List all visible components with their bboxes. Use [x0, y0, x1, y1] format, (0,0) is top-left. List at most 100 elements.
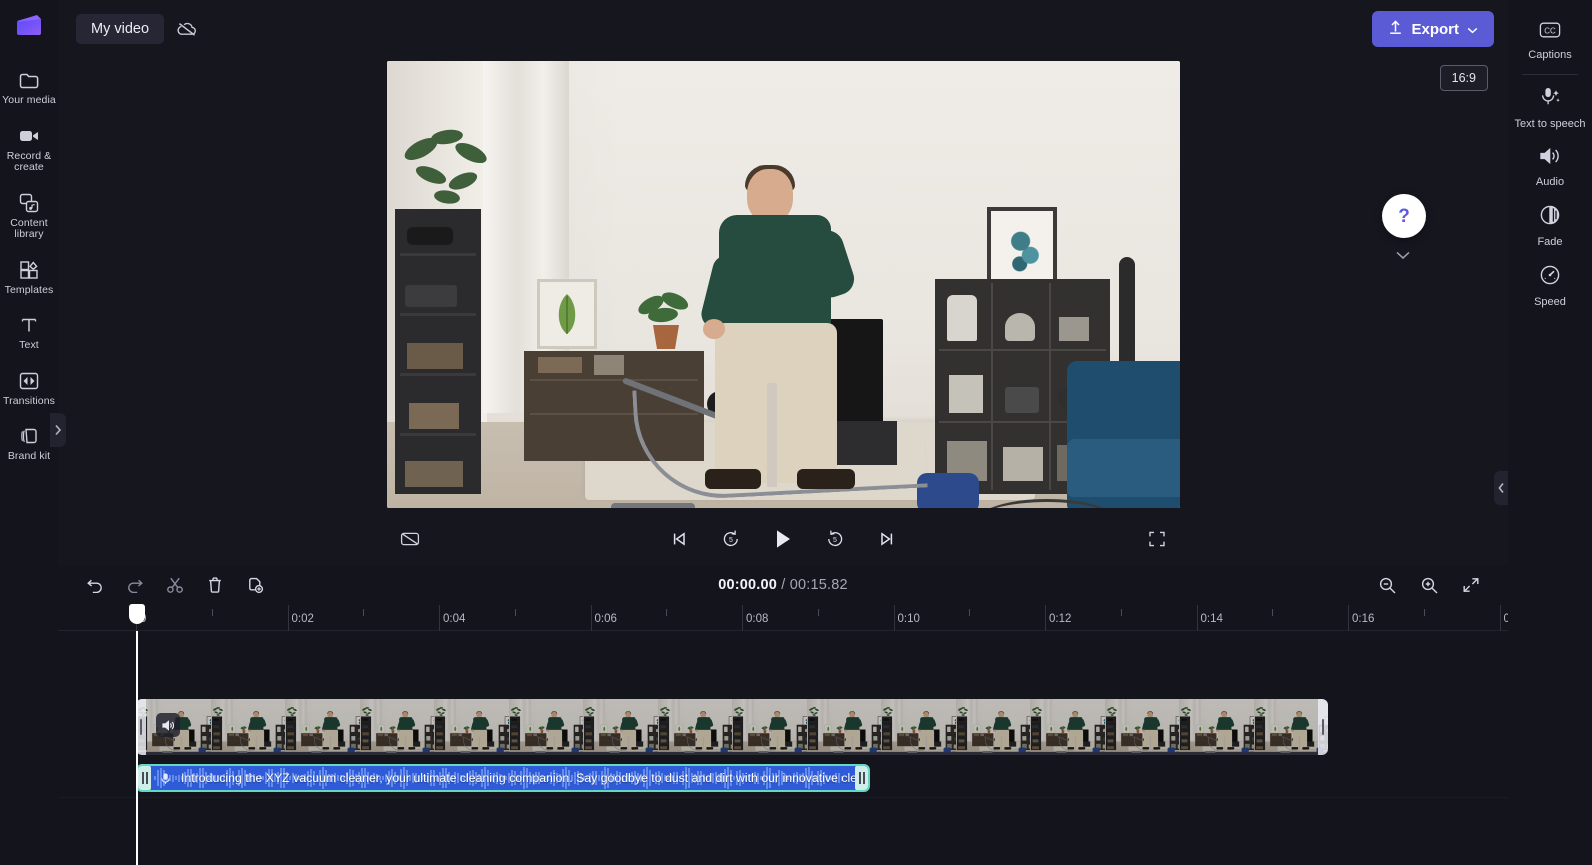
sidebar-item-label: Content library — [10, 216, 48, 240]
left-panel-expand-button[interactable] — [50, 413, 66, 447]
help-button[interactable]: ? — [1382, 194, 1426, 238]
ruler-label: 0:12 — [1049, 613, 1072, 625]
project-title[interactable]: My video — [76, 14, 165, 44]
leaf-picture-frame — [302, 724, 310, 733]
play-button[interactable] — [768, 524, 798, 554]
ruler-tick — [893, 605, 895, 631]
ruler-tick — [1348, 605, 1349, 631]
leaf-picture-frame — [1271, 724, 1279, 733]
main-area: My video Export 16:9 5 5 ? 00:00.00 / 00… — [58, 0, 1526, 865]
ruler-minor-tick — [514, 609, 516, 616]
leaf-picture-frame — [377, 724, 385, 733]
video-thumbnail — [1104, 699, 1179, 755]
ruler-label: 0:04 — [443, 613, 466, 625]
export-button[interactable]: Export — [1372, 11, 1494, 47]
video-clip[interactable] — [136, 699, 1328, 755]
panel-item-audio[interactable]: Audio — [1508, 137, 1592, 195]
panel-item-speed[interactable]: Speed — [1508, 255, 1592, 315]
zoom-in-button[interactable] — [1414, 570, 1444, 600]
fit-to-screen-button[interactable] — [1456, 570, 1486, 600]
sidebar-item-record-create[interactable]: Record & create — [0, 118, 58, 180]
zoom-out-button[interactable] — [1372, 570, 1402, 600]
person-vacuuming — [247, 711, 267, 752]
top-bar: My video Export — [58, 0, 1508, 58]
potted-plant — [984, 725, 992, 733]
cloud-off-icon[interactable] — [174, 16, 200, 42]
right-shelf — [871, 724, 881, 751]
narration-clip[interactable]: Introducing the XYZ vacuum cleaner, your… — [136, 764, 870, 792]
right-shelf — [200, 724, 211, 751]
ruler-minor-tick — [211, 609, 213, 616]
delete-button[interactable] — [200, 570, 230, 600]
video-preview[interactable] — [386, 61, 1180, 508]
ruler-label: 0:10 — [897, 613, 920, 625]
clip-volume-button[interactable] — [156, 713, 180, 737]
sidebar-item-your-media[interactable]: Your media — [0, 62, 58, 113]
preview-scene — [359, 699, 434, 754]
left-shelf — [807, 716, 818, 751]
templates-grid-icon — [18, 259, 40, 281]
aspect-ratio-chip[interactable]: 16:9 — [1439, 65, 1488, 91]
right-panel-collapse-button[interactable] — [1494, 471, 1508, 505]
fullscreen-icon[interactable] — [1142, 524, 1172, 554]
current-time: 00:00.00 — [718, 577, 778, 593]
preview-scene — [285, 699, 360, 754]
playhead[interactable] — [129, 604, 145, 865]
preview-scene — [657, 699, 732, 754]
clipchamp-logo-icon[interactable] — [14, 10, 44, 40]
svg-text:CC: CC — [1544, 27, 1556, 36]
ruler-minor-tick — [817, 609, 819, 616]
left-shelf — [583, 716, 595, 751]
right-shelf — [1169, 724, 1179, 751]
leaf-picture-frame — [1122, 724, 1130, 733]
preview-scene — [1104, 699, 1179, 754]
potted-plant — [1282, 725, 1290, 733]
ruler-label: 0:02 — [291, 613, 314, 625]
panel-item-text-to-speech[interactable]: Text to speech — [1508, 77, 1592, 137]
forward-5-icon[interactable]: 5 — [820, 524, 850, 554]
video-clip-right-trim-handle[interactable] — [1318, 699, 1328, 755]
help-collapse-button[interactable] — [1392, 247, 1414, 263]
panel-item-captions[interactable]: CC Captions — [1508, 12, 1592, 68]
captions-off-icon[interactable] — [395, 524, 425, 554]
person-vacuuming — [1215, 711, 1235, 752]
panel-item-fade[interactable]: Fade — [1508, 195, 1592, 255]
ruler-tick — [1196, 605, 1198, 631]
undo-button[interactable] — [80, 570, 110, 600]
potted-plant — [537, 725, 545, 733]
sidebar-item-content-library[interactable]: Content library — [0, 185, 58, 247]
duplicate-button[interactable] — [240, 570, 270, 600]
sidebar-item-text[interactable]: Text — [0, 307, 58, 358]
video-thumbnail — [210, 699, 285, 755]
leaf-picture-frame — [973, 724, 981, 733]
sidebar-item-transitions[interactable]: Transitions — [0, 363, 58, 414]
video-thumbnail — [657, 699, 732, 755]
speaker-icon — [1538, 146, 1562, 171]
right-shelf — [722, 724, 732, 751]
leaf-picture-frame — [451, 724, 459, 733]
right-shelf — [275, 724, 285, 751]
right-shelf — [1020, 724, 1030, 751]
left-shelf — [1179, 716, 1191, 751]
ruler-minor-tick — [1423, 609, 1425, 616]
timeline-ruler[interactable]: 00:020:040:060:080:100:120:140:160:18 — [58, 605, 1526, 631]
content-library-icon — [18, 192, 40, 214]
split-button[interactable] — [160, 570, 190, 600]
skip-next-icon[interactable] — [872, 524, 902, 554]
video-thumbnail — [1253, 699, 1328, 755]
sidebar-item-templates[interactable]: Templates — [0, 252, 58, 303]
potted-plant — [686, 725, 694, 733]
leaf-picture-frame — [600, 724, 608, 733]
narration-clip-left-trim-handle[interactable] — [138, 766, 151, 790]
svg-text:5: 5 — [833, 537, 837, 544]
narration-clip-right-trim-handle[interactable] — [855, 766, 868, 790]
playhead-handle[interactable] — [129, 604, 145, 624]
redo-button[interactable] — [120, 570, 150, 600]
panel-item-label: Audio — [1535, 176, 1565, 188]
sidebar-item-label: Record & create — [6, 149, 52, 173]
left-shelf — [1105, 716, 1116, 751]
video-thumbnail — [732, 699, 807, 755]
preview-scene — [955, 699, 1030, 754]
rewind-5-icon[interactable]: 5 — [716, 524, 746, 554]
skip-previous-icon[interactable] — [664, 524, 694, 554]
